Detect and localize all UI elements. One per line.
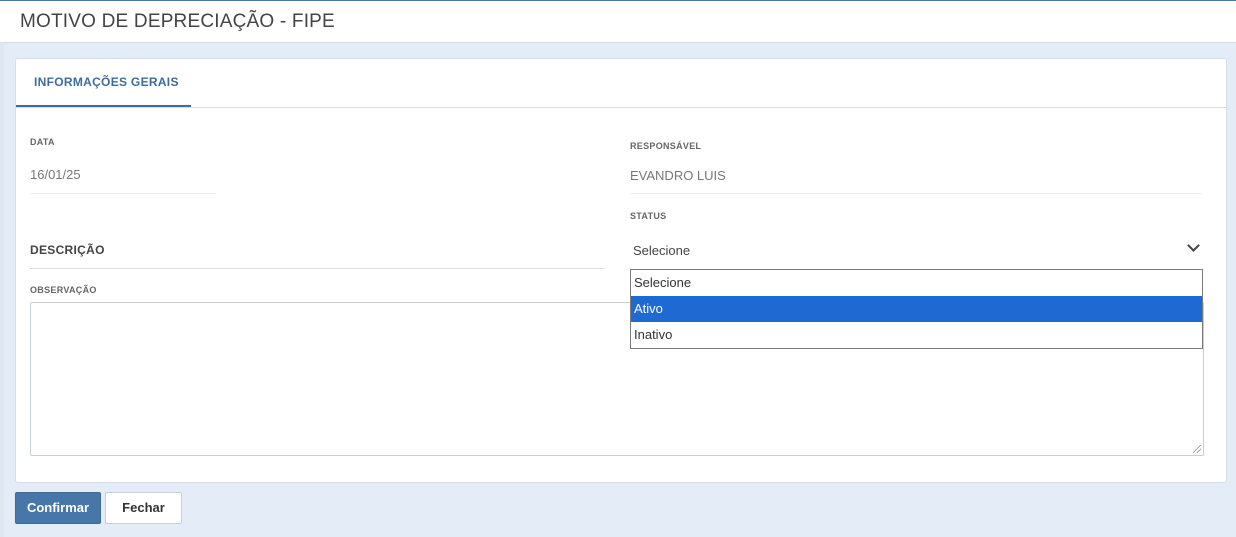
tab-bar: INFORMAÇÕES GERAIS	[16, 59, 1226, 108]
descricao-field-underline[interactable]	[30, 268, 604, 269]
responsavel-label: RESPONSÁVEL	[630, 141, 702, 151]
page-title: MOTIVO DE DEPRECIAÇÃO - FIPE	[20, 11, 335, 32]
page-header: MOTIVO DE DEPRECIAÇÃO - FIPE	[0, 1, 1236, 43]
data-field-underline	[30, 193, 216, 194]
responsavel-field-underline	[630, 193, 1202, 194]
status-dropdown-list: Selecione Ativo Inativo	[630, 269, 1203, 349]
tab-informacoes-gerais[interactable]: INFORMAÇÕES GERAIS	[16, 59, 191, 107]
chevron-down-icon[interactable]	[1187, 239, 1200, 252]
descricao-label: DESCRIÇÃO	[30, 243, 105, 257]
status-option-inativo[interactable]: Inativo	[631, 322, 1202, 348]
responsavel-value: EVANDRO LUIS	[630, 168, 726, 183]
close-button[interactable]: Fechar	[105, 492, 182, 524]
tab-label: INFORMAÇÕES GERAIS	[34, 75, 179, 89]
left-edge-strip	[0, 42, 4, 537]
status-option-ativo[interactable]: Ativo	[631, 296, 1202, 322]
resize-grip-icon[interactable]	[1193, 445, 1201, 453]
observacao-label: OBSERVAÇÃO	[30, 285, 97, 295]
confirm-button[interactable]: Confirmar	[15, 492, 101, 524]
status-label: STATUS	[630, 211, 667, 221]
status-option-selecione[interactable]: Selecione	[631, 270, 1202, 296]
status-select[interactable]: Selecione	[633, 243, 690, 258]
form-panel: INFORMAÇÕES GERAIS DATA 16/01/25 RESPONS…	[15, 58, 1227, 483]
data-label: DATA	[30, 137, 55, 147]
data-value[interactable]: 16/01/25	[30, 167, 81, 182]
